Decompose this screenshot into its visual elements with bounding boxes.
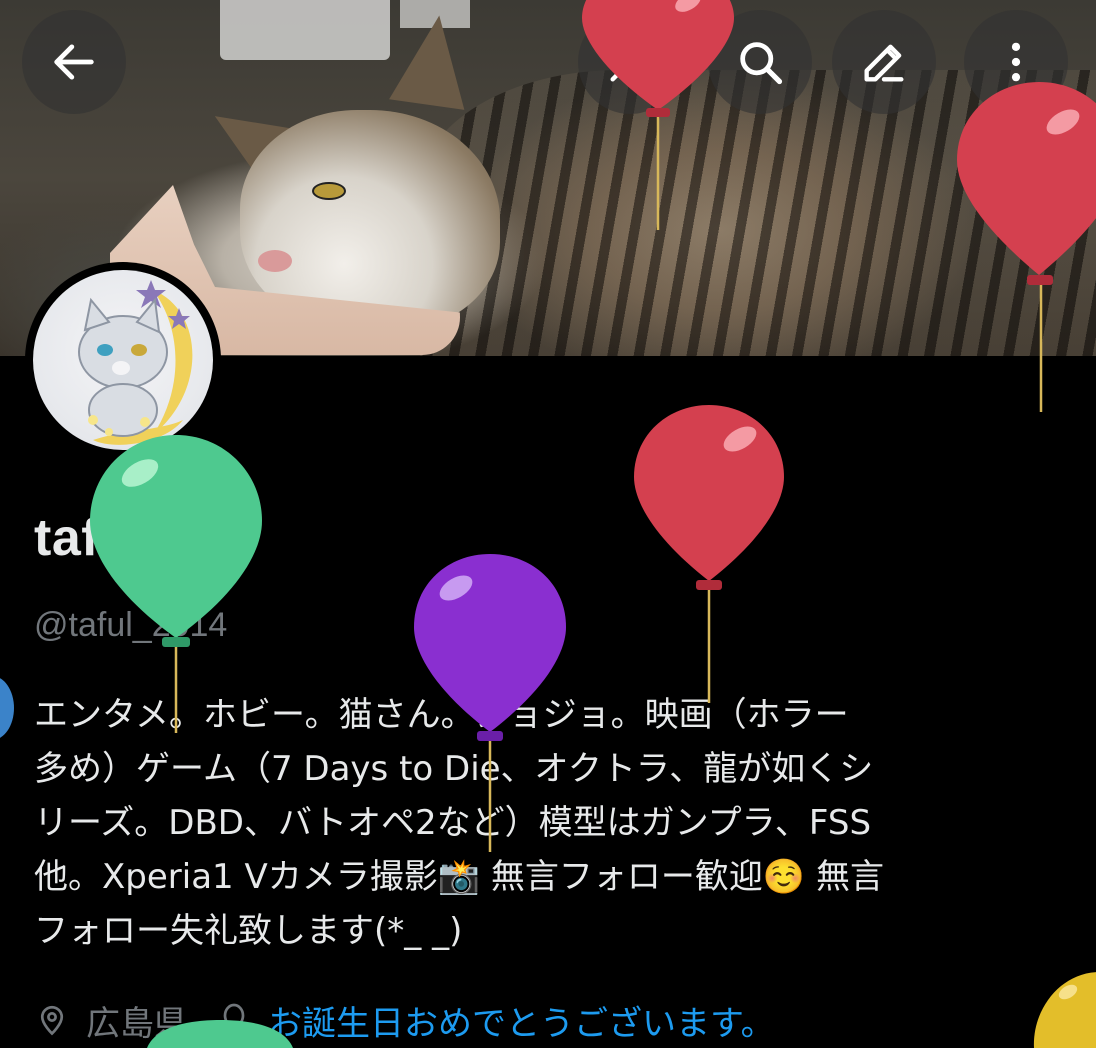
location-text: 広島県	[86, 1003, 188, 1044]
pencil-icon	[864, 44, 904, 82]
edit-button[interactable]	[832, 10, 936, 114]
profile-meta: 広島県 お誕生日おめでとうございます。	[34, 992, 775, 1048]
banner-box	[220, 0, 390, 60]
cat-ear	[389, 10, 477, 110]
balloon-yellow	[1033, 972, 1096, 1048]
arrow-left-icon	[54, 44, 94, 80]
search-icon	[740, 42, 783, 85]
birthday-link[interactable]: お誕生日おめでとうございます。	[268, 996, 775, 1045]
avatar[interactable]	[25, 262, 221, 458]
display-name: tafull	[34, 509, 162, 567]
partial-balloon	[0, 676, 14, 740]
grok-button[interactable]	[578, 10, 682, 114]
cat-nose	[258, 250, 292, 272]
cat-illustration-icon	[78, 280, 193, 445]
balloon-icon	[223, 1003, 245, 1034]
bio-line: 多め）ゲーム（7 Days to Die、オクトラ、龍が如くシ	[34, 749, 874, 789]
bio: エンタメ。ホビー。猫さん。ジョジョ。映画（ホラー 多め）ゲーム（7 Days t…	[34, 688, 1074, 958]
more-button[interactable]	[964, 10, 1068, 114]
location-pin-icon	[40, 1005, 64, 1036]
bio-line: フォロー失礼致します(*_ _)	[34, 911, 463, 951]
back-button[interactable]	[22, 10, 126, 114]
search-button[interactable]	[708, 10, 812, 114]
grok-icon	[610, 42, 650, 82]
avatar-image	[33, 270, 213, 450]
cat-eye	[312, 182, 346, 200]
bio-line: リーズ。DBD、バトオペ2など）模型はガンプラ、FSS	[34, 803, 872, 843]
more-vertical-icon	[1011, 42, 1021, 82]
user-handle: @taful_2014	[34, 606, 228, 644]
bio-line: エンタメ。ホビー。猫さん。ジョジョ。映画（ホラー	[34, 695, 849, 735]
balloon-red	[634, 405, 784, 703]
bio-line: 他。Xperia1 Vカメラ撮影📸 無言フォロー歓迎☺️ 無言	[34, 857, 885, 897]
